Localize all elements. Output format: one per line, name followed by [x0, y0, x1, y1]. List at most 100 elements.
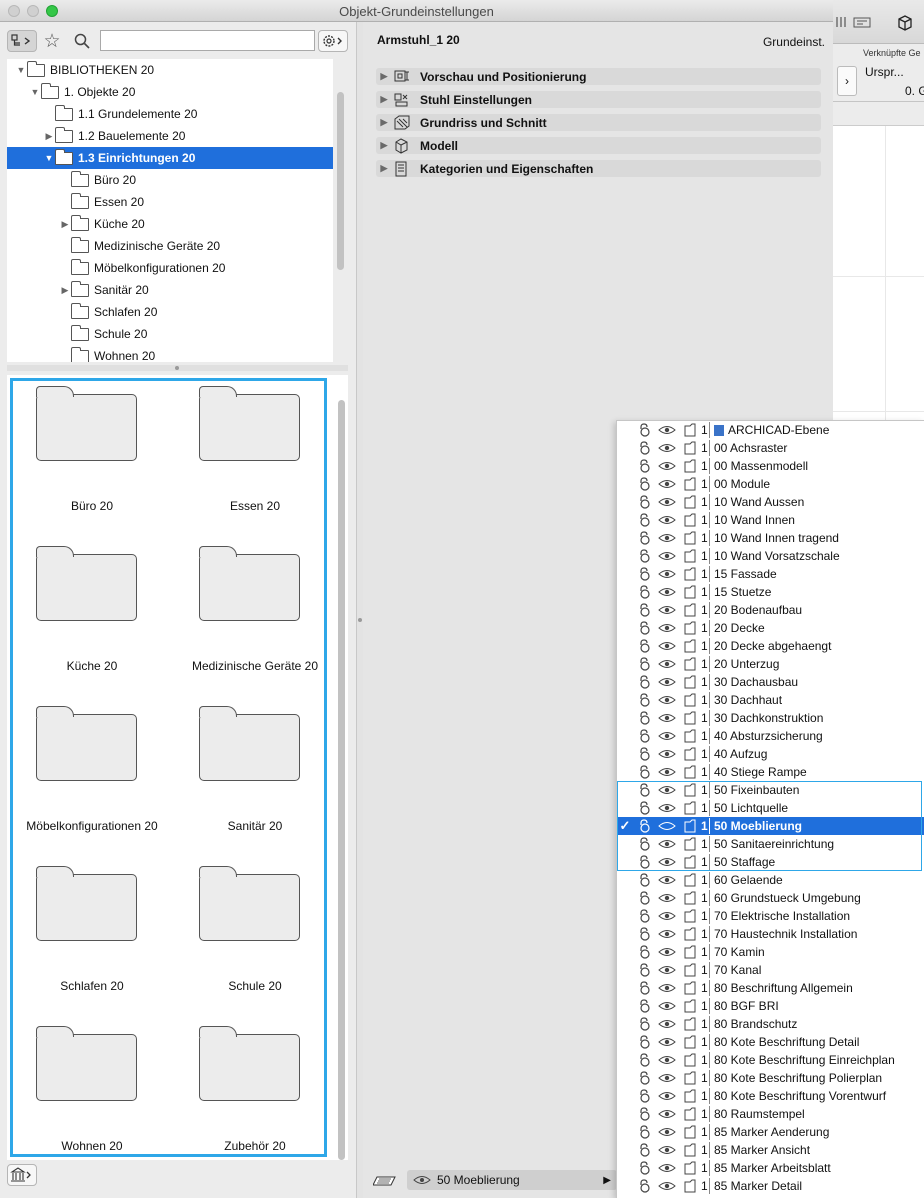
- wireframe-icon[interactable]: [679, 639, 701, 653]
- section-header[interactable]: ▶ Modell: [376, 137, 821, 154]
- eye-icon[interactable]: [655, 1019, 679, 1029]
- layer-row[interactable]: 1 50 Staffage: [617, 853, 924, 871]
- eye-icon[interactable]: [655, 767, 679, 777]
- disclosure-closed-icon[interactable]: ▶: [376, 163, 392, 174]
- eye-icon[interactable]: [655, 551, 679, 561]
- wireframe-icon[interactable]: [679, 837, 701, 851]
- wireframe-icon[interactable]: [679, 1089, 701, 1103]
- lock-icon[interactable]: [633, 837, 655, 851]
- eye-icon[interactable]: [655, 497, 679, 507]
- layer-row[interactable]: 1 20 Bodenaufbau: [617, 601, 924, 619]
- lock-icon[interactable]: [633, 981, 655, 995]
- lock-icon[interactable]: [633, 585, 655, 599]
- layer-row[interactable]: 1 10 Wand Innen tragend: [617, 529, 924, 547]
- wireframe-icon[interactable]: [679, 819, 701, 833]
- grid-folder[interactable]: Zubehör 20: [176, 1021, 334, 1181]
- layer-row[interactable]: 1 70 Kanal: [617, 961, 924, 979]
- eye-icon[interactable]: [655, 479, 679, 489]
- layer-row[interactable]: 1 10 Wand Innen: [617, 511, 924, 529]
- layer-row[interactable]: 1 50 Lichtquelle: [617, 799, 924, 817]
- lock-icon[interactable]: [633, 1035, 655, 1049]
- lock-icon[interactable]: [633, 747, 655, 761]
- eye-icon[interactable]: [655, 965, 679, 975]
- lock-icon[interactable]: [633, 621, 655, 635]
- lock-icon[interactable]: [633, 1017, 655, 1031]
- layer-popup-list[interactable]: 1 ARCHICAD-Ebene 1 00 Achsraster 1 00 Massenm…: [616, 420, 924, 1198]
- section-header[interactable]: ▶ Stuhl Einstellungen: [376, 91, 821, 108]
- layer-row[interactable]: ✓ 1 50 Moeblierung: [617, 817, 924, 835]
- lock-icon[interactable]: [633, 729, 655, 743]
- eye-icon[interactable]: [655, 1037, 679, 1047]
- wireframe-icon[interactable]: [679, 981, 701, 995]
- tree-item[interactable]: Schlafen 20: [7, 301, 333, 323]
- eye-icon[interactable]: [655, 929, 679, 939]
- tree-item[interactable]: Möbelkonfigurationen 20: [7, 257, 333, 279]
- lock-icon[interactable]: [633, 1089, 655, 1103]
- wireframe-icon[interactable]: [679, 1035, 701, 1049]
- layer-row[interactable]: 1 80 Beschriftung Allgemein: [617, 979, 924, 997]
- layer-row[interactable]: 1 20 Decke abgehaengt: [617, 637, 924, 655]
- eye-icon[interactable]: [655, 1181, 679, 1191]
- expand-chevron-button[interactable]: ›: [837, 66, 857, 96]
- layer-row[interactable]: 1 60 Grundstueck Umgebung: [617, 889, 924, 907]
- lock-icon[interactable]: [633, 657, 655, 671]
- layer-row[interactable]: 1 40 Stiege Rampe: [617, 763, 924, 781]
- eye-icon[interactable]: [655, 587, 679, 597]
- lock-icon[interactable]: [633, 567, 655, 581]
- settings-gear-button[interactable]: [318, 30, 348, 52]
- wireframe-icon[interactable]: [679, 927, 701, 941]
- grid-folder[interactable]: Medizinische Geräte 20: [176, 541, 334, 701]
- layer-row[interactable]: 1 40 Aufzug: [617, 745, 924, 763]
- disclosure-open-icon[interactable]: ▼: [43, 153, 55, 163]
- library-search-input[interactable]: [100, 30, 315, 51]
- wireframe-icon[interactable]: [679, 1143, 701, 1157]
- disclosure-closed-icon[interactable]: ▶: [59, 219, 71, 230]
- tree-item[interactable]: Büro 20: [7, 169, 333, 191]
- lock-icon[interactable]: [633, 909, 655, 923]
- tree-item[interactable]: Medizinische Geräte 20: [7, 235, 333, 257]
- layer-row[interactable]: 1 80 Kote Beschriftung Vorentwurf: [617, 1087, 924, 1105]
- disclosure-open-icon[interactable]: ▼: [15, 65, 27, 75]
- eye-icon[interactable]: [655, 425, 679, 435]
- grid-folder[interactable]: Essen 20: [176, 381, 334, 541]
- eye-icon[interactable]: [655, 659, 679, 669]
- tree-item[interactable]: 1.1 Grundelemente 20: [7, 103, 333, 125]
- wireframe-icon[interactable]: [679, 1107, 701, 1121]
- tree-item[interactable]: ▶ Küche 20: [7, 213, 333, 235]
- layer-row[interactable]: 1 50 Sanitaereinrichtung: [617, 835, 924, 853]
- eye-icon[interactable]: [655, 641, 679, 651]
- lock-icon[interactable]: [633, 945, 655, 959]
- lock-icon[interactable]: [633, 1125, 655, 1139]
- layer-row[interactable]: 1 80 Brandschutz: [617, 1015, 924, 1033]
- eye-icon[interactable]: [655, 1001, 679, 1011]
- wireframe-icon[interactable]: [679, 855, 701, 869]
- eye-icon[interactable]: [655, 947, 679, 957]
- lock-icon[interactable]: [633, 423, 655, 437]
- grid-folder[interactable]: Möbelkonfigurationen 20: [13, 701, 171, 861]
- wireframe-icon[interactable]: [679, 531, 701, 545]
- tree-item[interactable]: ▼ 1. Objekte 20: [7, 81, 333, 103]
- eye-icon[interactable]: [655, 731, 679, 741]
- eye-icon[interactable]: [655, 713, 679, 723]
- eye-icon[interactable]: [655, 857, 679, 867]
- layer-row[interactable]: 1 70 Kamin: [617, 943, 924, 961]
- layer-row[interactable]: 1 15 Stuetze: [617, 583, 924, 601]
- layer-row[interactable]: 1 70 Haustechnik Installation: [617, 925, 924, 943]
- layer-row[interactable]: 1 70 Elektrische Installation: [617, 907, 924, 925]
- layer-row[interactable]: 1 80 Kote Beschriftung Polierplan: [617, 1069, 924, 1087]
- disclosure-closed-icon[interactable]: ▶: [376, 117, 392, 128]
- grid-scrollbar[interactable]: [338, 400, 345, 1160]
- layer-row[interactable]: 1 60 Gelaende: [617, 871, 924, 889]
- layer-row[interactable]: 1 20 Decke: [617, 619, 924, 637]
- wireframe-icon[interactable]: [679, 477, 701, 491]
- eye-icon[interactable]: [655, 515, 679, 525]
- wireframe-icon[interactable]: [679, 513, 701, 527]
- lock-icon[interactable]: [633, 765, 655, 779]
- layer-row[interactable]: 1 85 Marker Detail: [617, 1177, 924, 1195]
- disclosure-closed-icon[interactable]: ▶: [59, 285, 71, 296]
- layer-row[interactable]: 1 50 Fixeinbauten: [617, 781, 924, 799]
- tree-item[interactable]: Essen 20: [7, 191, 333, 213]
- lock-icon[interactable]: [633, 891, 655, 905]
- layer-row[interactable]: 1 80 Kote Beschriftung Einreichplan: [617, 1051, 924, 1069]
- search-icon[interactable]: [70, 30, 94, 52]
